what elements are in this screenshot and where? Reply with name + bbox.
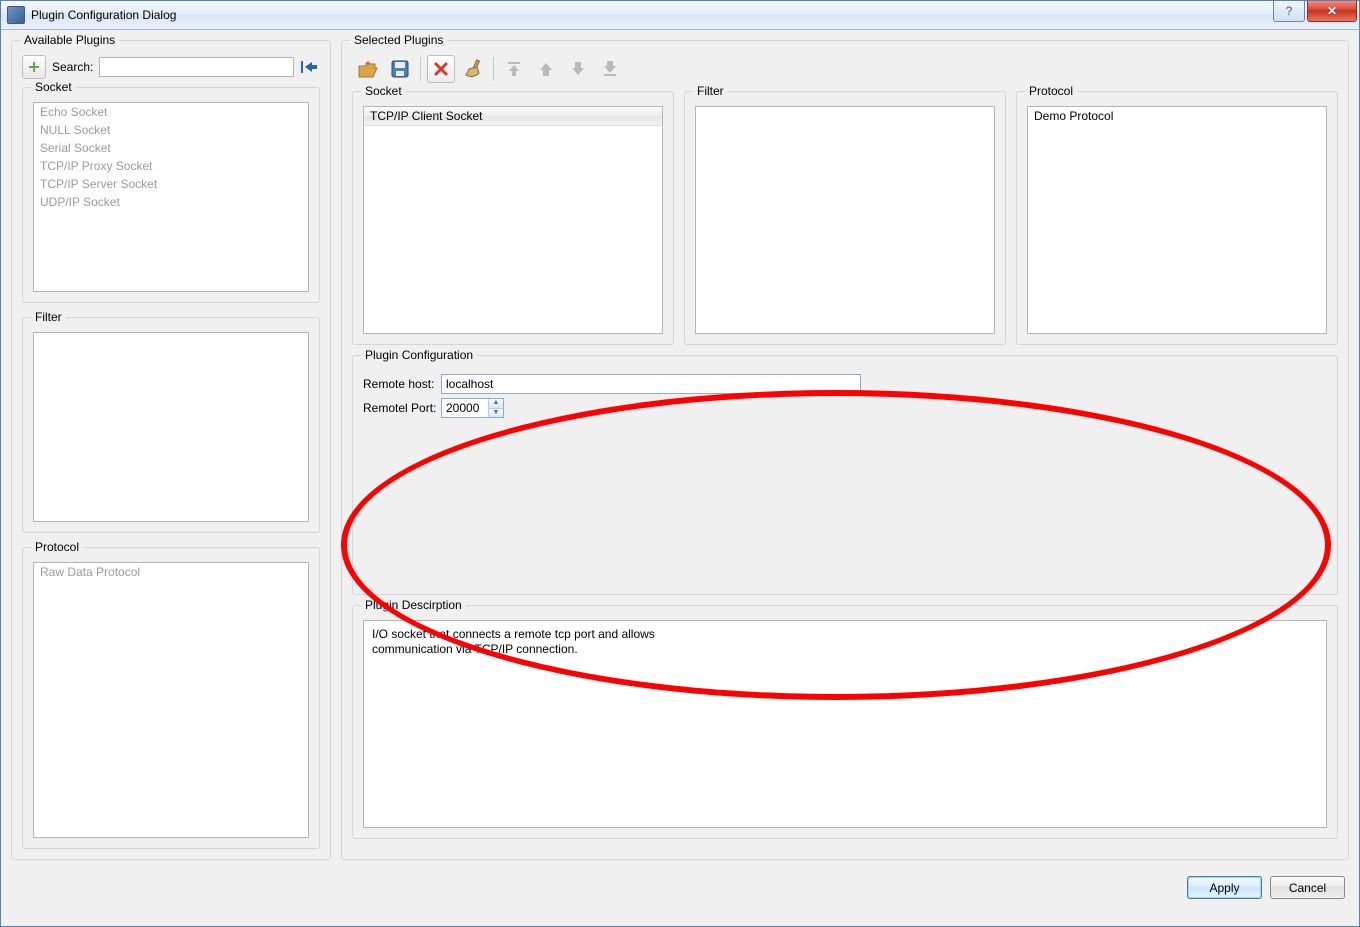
selected-filter-group: Filter: [684, 91, 1006, 345]
selected-socket-list[interactable]: TCP/IP Client Socket: [363, 106, 663, 334]
arrow-left-bar-icon: [300, 59, 318, 75]
description-line: communication via TCP/IP connection.: [372, 642, 1318, 657]
list-item[interactable]: Demo Protocol: [1028, 107, 1326, 125]
list-item[interactable]: NULL Socket: [34, 121, 308, 139]
dialog-body: Available Plugins Search:: [0, 30, 1360, 927]
list-item[interactable]: Raw Data Protocol: [34, 563, 308, 581]
arrow-down-icon: [569, 60, 587, 78]
move-top-button[interactable]: [500, 55, 528, 83]
x-red-icon: [434, 62, 448, 76]
selected-protocol-list[interactable]: Demo Protocol: [1027, 106, 1327, 334]
description-line: I/O socket that connects a remote tcp po…: [372, 627, 1318, 642]
remote-port-input[interactable]: [442, 399, 488, 417]
move-down-button[interactable]: [564, 55, 592, 83]
selected-plugins-label: Selected Plugins: [350, 33, 447, 47]
available-plugins-label: Available Plugins: [20, 33, 119, 47]
help-button[interactable]: ?: [1273, 1, 1305, 22]
plus-icon: [27, 60, 41, 74]
selected-socket-label: Socket: [361, 84, 406, 98]
remote-port-row: Remotel Port: ▲ ▼: [363, 398, 1327, 418]
spinner-down-button[interactable]: ▼: [489, 409, 503, 418]
remove-button[interactable]: [427, 55, 455, 83]
arrow-down-bar-icon: [601, 60, 619, 78]
app-icon: [7, 6, 25, 24]
clear-button[interactable]: [459, 55, 487, 83]
available-socket-group: Socket Echo Socket NULL Socket Serial So…: [22, 87, 320, 303]
available-plugins-group: Available Plugins Search:: [11, 40, 331, 860]
selected-socket-group: Socket TCP/IP Client Socket: [352, 91, 674, 345]
remote-host-label: Remote host:: [363, 377, 441, 391]
window-title: Plugin Configuration Dialog: [31, 8, 1271, 22]
remote-port-label: Remotel Port:: [363, 401, 441, 415]
available-filter-list[interactable]: [33, 332, 309, 522]
titlebar: Plugin Configuration Dialog ? ✕: [0, 0, 1360, 30]
add-plugin-button[interactable]: [22, 55, 46, 79]
open-button[interactable]: [354, 55, 382, 83]
plugin-description-text: I/O socket that connects a remote tcp po…: [363, 620, 1327, 828]
search-label: Search:: [50, 60, 95, 74]
window-buttons: ? ✕: [1271, 1, 1357, 29]
selected-protocol-label: Protocol: [1025, 84, 1077, 98]
arrow-up-bar-icon: [505, 60, 523, 78]
floppy-disk-icon: [390, 59, 410, 79]
plugin-description-label: Plugin Descirption: [361, 598, 466, 612]
help-icon: ?: [1286, 4, 1293, 18]
list-item[interactable]: Serial Socket: [34, 139, 308, 157]
close-icon: ✕: [1327, 4, 1337, 18]
list-item[interactable]: TCP/IP Server Socket: [34, 175, 308, 193]
selected-protocol-group: Protocol Demo Protocol: [1016, 91, 1338, 345]
remote-host-input[interactable]: [441, 374, 861, 394]
search-row: Search:: [22, 55, 320, 79]
arrow-up-icon: [537, 60, 555, 78]
list-item[interactable]: UDP/IP Socket: [34, 193, 308, 211]
available-socket-list[interactable]: Echo Socket NULL Socket Serial Socket TC…: [33, 102, 309, 292]
move-bottom-button[interactable]: [596, 55, 624, 83]
toolbar-separator: [493, 57, 494, 81]
plugin-description-group: Plugin Descirption I/O socket that conne…: [352, 605, 1338, 839]
selected-plugins-group: Selected Plugins: [341, 40, 1349, 860]
remote-host-row: Remote host:: [363, 374, 1327, 394]
remote-port-spinner[interactable]: ▲ ▼: [441, 398, 504, 418]
available-protocol-label: Protocol: [31, 540, 83, 554]
toolbar-separator: [420, 57, 421, 81]
dialog-buttons: Apply Cancel: [11, 876, 1349, 899]
list-item[interactable]: Echo Socket: [34, 103, 308, 121]
available-protocol-list[interactable]: Raw Data Protocol: [33, 562, 309, 838]
save-button[interactable]: [386, 55, 414, 83]
list-item[interactable]: TCP/IP Client Socket: [364, 106, 662, 126]
list-item[interactable]: TCP/IP Proxy Socket: [34, 157, 308, 175]
apply-button[interactable]: Apply: [1187, 876, 1262, 899]
move-up-button[interactable]: [532, 55, 560, 83]
folder-open-icon: [357, 59, 379, 79]
available-protocol-group: Protocol Raw Data Protocol: [22, 547, 320, 849]
spinner-up-button[interactable]: ▲: [489, 399, 503, 409]
cancel-button[interactable]: Cancel: [1270, 876, 1345, 899]
search-input[interactable]: [99, 57, 294, 77]
selected-filter-list[interactable]: [695, 106, 995, 334]
selected-toolbar: [352, 55, 1338, 83]
plugin-configuration-label: Plugin Configuration: [361, 348, 477, 362]
available-filter-group: Filter: [22, 317, 320, 533]
available-socket-label: Socket: [31, 80, 76, 94]
available-filter-label: Filter: [31, 310, 66, 324]
broom-icon: [463, 59, 483, 79]
plugin-configuration-group: Plugin Configuration Remote host: Remote…: [352, 355, 1338, 595]
selected-filter-label: Filter: [693, 84, 728, 98]
close-button[interactable]: ✕: [1307, 1, 1357, 22]
clear-search-button[interactable]: [298, 56, 320, 78]
